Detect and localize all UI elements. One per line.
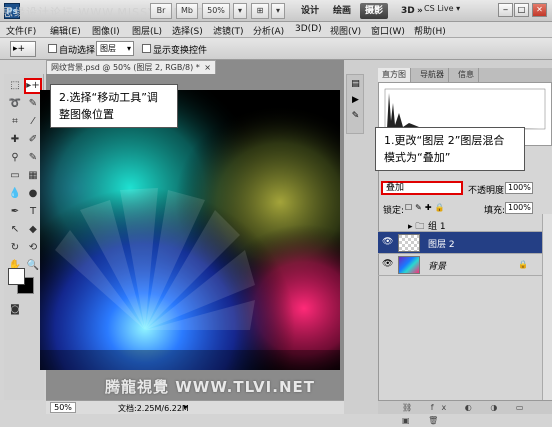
workspace-design[interactable]: 设计 (296, 3, 324, 19)
eraser-tool-icon[interactable]: ▭ (6, 168, 24, 184)
workspace-photography[interactable]: 摄影 (360, 3, 389, 19)
menu-filter[interactable]: 滤镜(T) (213, 24, 244, 37)
layer-name: 组 1 (428, 222, 446, 232)
layer-row-group-1[interactable]: ▸ 🗀 组 1 (378, 216, 552, 232)
title-bar: Ps 思缘设计论坛 WWW.MISSYUAN.COM Br Mb 50% ▾ ⊞… (0, 0, 552, 22)
move-tool-preset-picker[interactable]: ▸+ (10, 41, 36, 57)
opacity-field[interactable]: 100% (505, 182, 533, 194)
callout-line-1: 1.更改“图层 2”图层混合 (384, 134, 505, 147)
panel-icon-brushes[interactable]: ✎ (350, 111, 361, 122)
callout-line-1: 2.选择“移动工具”调 (59, 91, 158, 104)
image-canvas[interactable] (40, 90, 340, 370)
menu-file[interactable]: 文件(F) (6, 24, 36, 37)
auto-select-dropdown[interactable]: 图层 (96, 41, 134, 56)
panel-icon-actions[interactable]: ▶ (350, 95, 361, 106)
document-tab-title: 网纹背景.psd @ 50% (图层 2, RGB/8) * (51, 63, 200, 72)
blend-mode-dropdown[interactable]: 叠加 (381, 181, 463, 195)
layer-row-background[interactable]: 👁 背景 🔒 (378, 254, 552, 276)
mini-bridge-button[interactable]: Mb (176, 3, 198, 19)
show-transform-checkbox[interactable] (142, 44, 151, 53)
zoom-field[interactable]: 50% (50, 402, 76, 413)
auto-select-checkbox[interactable] (48, 44, 57, 53)
callout-line-2: 模式为“叠加” (384, 151, 451, 164)
zoom-level-button[interactable]: 50% (202, 3, 230, 19)
menu-image[interactable]: 图像(I) (92, 24, 120, 37)
options-bar: ▸+ 自动选择: 图层 显示变换控件 (0, 38, 552, 60)
menu-3d[interactable]: 3D(D) (295, 24, 322, 34)
tab-info[interactable]: 信息 (454, 68, 479, 82)
eye-icon[interactable]: 👁 (382, 259, 393, 269)
lasso-tool-icon[interactable]: ➰ (6, 96, 24, 112)
lock-label: 锁定: (383, 206, 405, 216)
move-tool-callout: 2.选择“移动工具”调 整图像位置 (50, 84, 178, 128)
quick-mask-icon[interactable]: ◙ (6, 302, 24, 318)
auto-select-label: 自动选择: (59, 46, 99, 56)
callout-line-2: 整图像位置 (59, 108, 114, 121)
layer-name: 背景 (428, 262, 447, 272)
workspace-painting[interactable]: 绘画 (328, 3, 356, 19)
menu-help[interactable]: 帮助(H) (414, 24, 446, 37)
fill-label: 填充: (484, 206, 506, 216)
layers-footer-toolbar[interactable]: ⛓ fx ◐ ◑ ▭ ▣ 🗑 (378, 400, 552, 425)
status-menu-arrow-icon[interactable]: ▸ (184, 402, 188, 411)
menu-layer[interactable]: 图层(L) (132, 24, 162, 37)
blur-tool-icon[interactable]: 💧 (6, 186, 24, 202)
3d-rotate-tool-icon[interactable]: ↻ (6, 240, 24, 256)
tab-histogram[interactable]: 直方图 (378, 68, 411, 82)
show-transform-label: 显示变换控件 (153, 46, 208, 56)
layer-name: 图层 2 (428, 240, 455, 250)
close-document-icon[interactable]: × (204, 61, 211, 74)
document-size-info: 文档:2.25M/6.22M (118, 404, 189, 413)
opacity-label: 不透明度: (468, 186, 508, 196)
layer-thumbnail (398, 234, 420, 252)
menu-analysis[interactable]: 分析(A) (253, 24, 284, 37)
clone-stamp-tool-icon[interactable]: ⚲ (6, 150, 24, 166)
tab-navigator[interactable]: 导航器 (416, 68, 449, 82)
tools-panel: ⬚ ▸+ ➰ ✎ ⌗ ⁄ ✚ ✐ ⚲ ✎ ▭ ▦ 💧 ● ✒ T ↖ ◆ ↻ ⟲… (4, 74, 44, 300)
minimize-icon[interactable]: ‒ (498, 3, 513, 17)
menu-view[interactable]: 视图(V) (330, 24, 361, 37)
lock-icon: 🔒 (518, 260, 528, 269)
layer-row-layer-2[interactable]: 👁 图层 2 (378, 232, 552, 254)
layer-thumbnail (398, 256, 420, 274)
blend-mode-callout: 1.更改“图层 2”图层混合 模式为“叠加” (375, 127, 525, 171)
maximize-icon[interactable]: □ (514, 3, 529, 17)
pen-tool-icon[interactable]: ✒ (6, 204, 24, 220)
zoom-dropdown-icon[interactable]: ▾ (233, 3, 247, 19)
site-watermark: 腾龍視覺 WWW.TLVI.NET (105, 378, 315, 396)
lock-options-icons[interactable]: ☐✎✚🔒 (405, 203, 448, 212)
bridge-button[interactable]: Br (150, 3, 172, 19)
eye-icon[interactable]: 👁 (382, 237, 393, 247)
histogram-panel-tabs: 直方图 导航器 信息 (378, 68, 552, 82)
menu-bar: 文件(F) 编辑(E) 图像(I) 图层(L) 选择(S) 滤镜(T) 分析(A… (0, 22, 552, 38)
path-selection-tool-icon[interactable]: ↖ (6, 222, 24, 238)
menu-select[interactable]: 选择(S) (172, 24, 203, 37)
tools-panel-bottom: ◙ (4, 300, 44, 400)
screen-mode-icon[interactable]: ▾ (271, 3, 285, 19)
panel-icon-history[interactable]: ▤ (350, 79, 361, 90)
close-icon[interactable]: ✕ (532, 3, 547, 17)
layers-scrollbar[interactable] (542, 214, 552, 400)
canvas-artwork (40, 90, 340, 370)
status-bar: 50% 文档:2.25M/6.22M ▸ (46, 400, 344, 414)
arrange-documents-icon[interactable]: ⊞ (251, 3, 269, 19)
crop-tool-icon[interactable]: ⌗ (6, 114, 24, 130)
menu-edit[interactable]: 编辑(E) (50, 24, 81, 37)
foreground-color-swatch[interactable] (8, 268, 25, 285)
collapsed-panel-strip: ▤ ▶ ✎ (346, 74, 364, 134)
fill-field[interactable]: 100% (505, 202, 533, 214)
healing-brush-tool-icon[interactable]: ✚ (6, 132, 24, 148)
document-tab[interactable]: 网纹背景.psd @ 50% (图层 2, RGB/8) * × (46, 60, 216, 74)
marquee-tool-icon[interactable]: ⬚ (6, 78, 24, 94)
menu-window[interactable]: 窗口(W) (371, 24, 405, 37)
cs-live-button[interactable]: CS Live ▾ (424, 4, 460, 13)
